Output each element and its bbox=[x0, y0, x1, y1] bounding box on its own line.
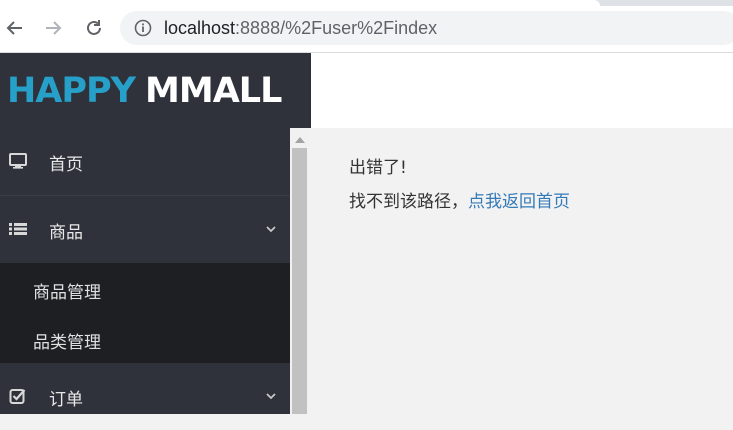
scrollbar-thumb[interactable] bbox=[292, 148, 307, 414]
brand-header: HAPPY MMALL bbox=[0, 53, 311, 128]
reload-icon bbox=[87, 20, 101, 35]
submenu-item-label: 商品管理 bbox=[33, 283, 101, 303]
back-arrow-icon bbox=[6, 21, 22, 35]
error-message: 找不到该路径，点我返回首页 bbox=[349, 187, 570, 212]
list-icon bbox=[9, 223, 27, 235]
sidebar-item-home[interactable]: 首页 bbox=[0, 128, 290, 195]
reload-button[interactable] bbox=[82, 16, 106, 40]
error-message-text: 找不到该路径， bbox=[349, 192, 468, 212]
desktop-icon bbox=[9, 153, 27, 169]
back-button[interactable] bbox=[3, 16, 27, 40]
back-home-link[interactable]: 点我返回首页 bbox=[468, 192, 570, 212]
main-content: 出错了! 找不到该路径，点我返回首页 bbox=[309, 128, 733, 414]
sidebar-item-label: 订单 bbox=[49, 390, 83, 410]
error-title: 出错了! bbox=[349, 158, 407, 178]
scroll-up-arrow-icon[interactable] bbox=[295, 137, 305, 143]
check-square-icon bbox=[9, 389, 26, 404]
submenu-item-product-management[interactable]: 商品管理 bbox=[0, 263, 290, 313]
forward-button[interactable] bbox=[41, 16, 65, 40]
sidebar-item-orders[interactable]: 订单 bbox=[0, 363, 290, 430]
sidebar-scrollbar[interactable] bbox=[290, 128, 309, 414]
forward-arrow-icon bbox=[46, 21, 62, 35]
url-path: :8888/%2Fuser%2Findex bbox=[235, 18, 438, 38]
sidebar-item-products[interactable]: 商品 bbox=[0, 196, 290, 263]
submenu-item-label: 品类管理 bbox=[33, 333, 101, 353]
sidebar-item-label: 首页 bbox=[49, 155, 83, 175]
info-icon[interactable] bbox=[134, 19, 152, 37]
url-text: localhost:8888/%2Fuser%2Findex bbox=[164, 18, 437, 39]
logo[interactable]: HAPPY MMALL bbox=[7, 70, 282, 111]
logo-mmall: MMALL bbox=[145, 70, 282, 111]
sidebar: 首页 商品 商品管理 品类管理 订单 bbox=[0, 128, 290, 414]
submenu-item-category-management[interactable]: 品类管理 bbox=[0, 313, 290, 363]
url-host: localhost bbox=[164, 18, 236, 38]
chevron-down-icon bbox=[266, 226, 276, 233]
logo-happy: HAPPY bbox=[7, 70, 136, 111]
chevron-down-icon bbox=[266, 393, 276, 400]
address-bar[interactable]: localhost:8888/%2Fuser%2Findex bbox=[120, 11, 733, 45]
top-navbar bbox=[311, 53, 733, 128]
products-submenu: 商品管理 品类管理 bbox=[0, 263, 290, 363]
browser-toolbar: localhost:8888/%2Fuser%2Findex bbox=[0, 6, 733, 53]
sidebar-item-label: 商品 bbox=[49, 223, 83, 243]
